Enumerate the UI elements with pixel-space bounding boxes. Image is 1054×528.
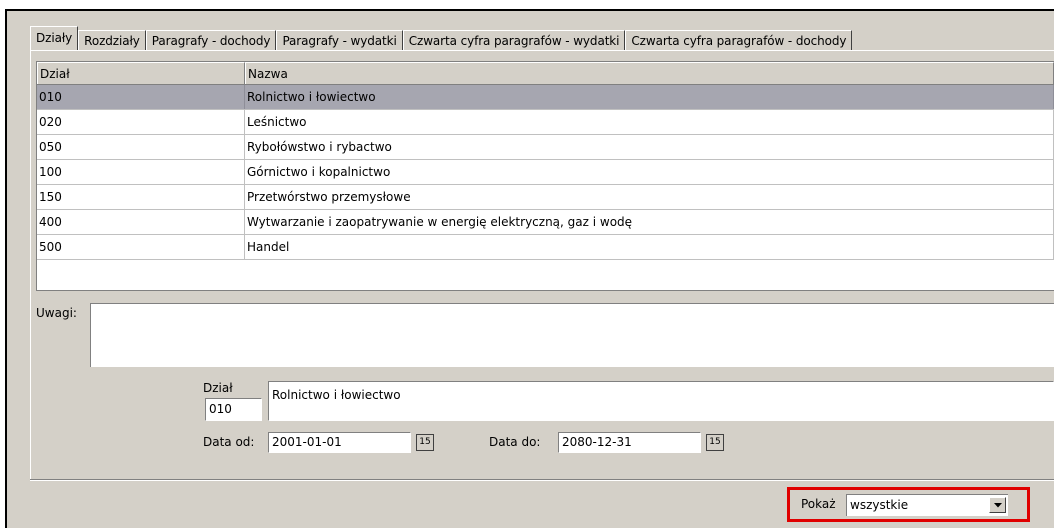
cell-nazwa: Leśnictwo	[245, 110, 1054, 134]
column-header-dzial[interactable]: Dział	[37, 62, 245, 84]
pokaz-select-value: wszystkie	[850, 498, 909, 512]
cell-nazwa: Handel	[245, 235, 1054, 259]
table-row[interactable]: 150 Przetwórstwo przemysłowe	[37, 185, 1054, 210]
nazwa-field[interactable]: Rolnictwo i łowiectwo	[268, 381, 1054, 421]
cell-dzial: 010	[37, 85, 245, 109]
pokaz-select[interactable]: wszystkie	[846, 494, 1008, 516]
grid-body: 010 Rolnictwo i łowiectwo 020 Leśnictwo 050 R…	[37, 85, 1054, 260]
table-row[interactable]: 500 Handel	[37, 235, 1054, 260]
tab-rozdzialy[interactable]: Rozdziały	[78, 30, 146, 50]
data-do-field[interactable]: 2080-12-31	[558, 432, 701, 453]
pokaz-label: Pokaż	[801, 497, 836, 511]
footer-divider-highlight	[30, 480, 1054, 481]
cell-dzial: 050	[37, 135, 245, 159]
table-row[interactable]: 020 Leśnictwo	[37, 110, 1054, 135]
cell-nazwa: Górnictwo i kopalnictwo	[245, 160, 1054, 184]
window-border-left	[5, 9, 7, 528]
chevron-down-icon	[994, 503, 1002, 508]
cell-nazwa: Rolnictwo i łowiectwo	[245, 85, 1054, 109]
table-row[interactable]: 100 Górnictwo i kopalnictwo	[37, 160, 1054, 185]
cell-nazwa: Przetwórstwo przemysłowe	[245, 185, 1054, 209]
window-border-top	[5, 9, 1054, 11]
table-row[interactable]: 400 Wytwarzanie i zaopatrywanie w energię…	[37, 210, 1054, 235]
tab-czwarta-cyfra-dochody[interactable]: Czwarta cyfra paragrafów - dochody	[625, 30, 853, 50]
dzialy-grid[interactable]: Dział Nazwa 010 Rolnictwo i łowiectwo 020 L…	[36, 61, 1054, 291]
data-od-field[interactable]: 2001-01-01	[268, 432, 411, 453]
cell-nazwa: Wytwarzanie i zaopatrywanie w energię el…	[245, 210, 1054, 234]
cell-dzial: 500	[37, 235, 245, 259]
window-top-margin	[0, 0, 1054, 9]
tab-dzialy[interactable]: Działy	[30, 26, 79, 50]
tab-strip: Działy Rozdziały Paragrafy - dochody Par…	[30, 26, 853, 50]
tab-paragrafy-dochody[interactable]: Paragrafy - dochody	[145, 30, 277, 50]
uwagi-textarea[interactable]	[90, 303, 1054, 367]
table-row[interactable]: 050 Rybołówstwo i rybactwo	[37, 135, 1054, 160]
cell-dzial: 100	[37, 160, 245, 184]
tab-paragrafy-wydatki[interactable]: Paragrafy - wydatki	[276, 30, 403, 50]
dzial-code-field[interactable]: 010	[205, 398, 262, 421]
cell-dzial: 150	[37, 185, 245, 209]
uwagi-label: Uwagi:	[36, 306, 77, 320]
dzial-label: Dział	[203, 381, 233, 395]
data-od-label: Data od:	[203, 435, 255, 449]
pokaz-dropdown-button[interactable]	[989, 497, 1006, 513]
grid-header: Dział Nazwa	[37, 62, 1054, 85]
cell-nazwa: Rybołówstwo i rybactwo	[245, 135, 1054, 159]
cell-dzial: 020	[37, 110, 245, 134]
column-header-nazwa[interactable]: Nazwa	[245, 62, 1054, 84]
data-do-label: Data do:	[489, 435, 541, 449]
data-do-calendar-icon[interactable]: 15	[706, 434, 724, 451]
tab-czwarta-cyfra-wydatki[interactable]: Czwarta cyfra paragrafów - wydatki	[402, 30, 626, 50]
table-row[interactable]: 010 Rolnictwo i łowiectwo	[37, 85, 1054, 110]
cell-dzial: 400	[37, 210, 245, 234]
data-od-calendar-icon[interactable]: 15	[416, 434, 434, 451]
